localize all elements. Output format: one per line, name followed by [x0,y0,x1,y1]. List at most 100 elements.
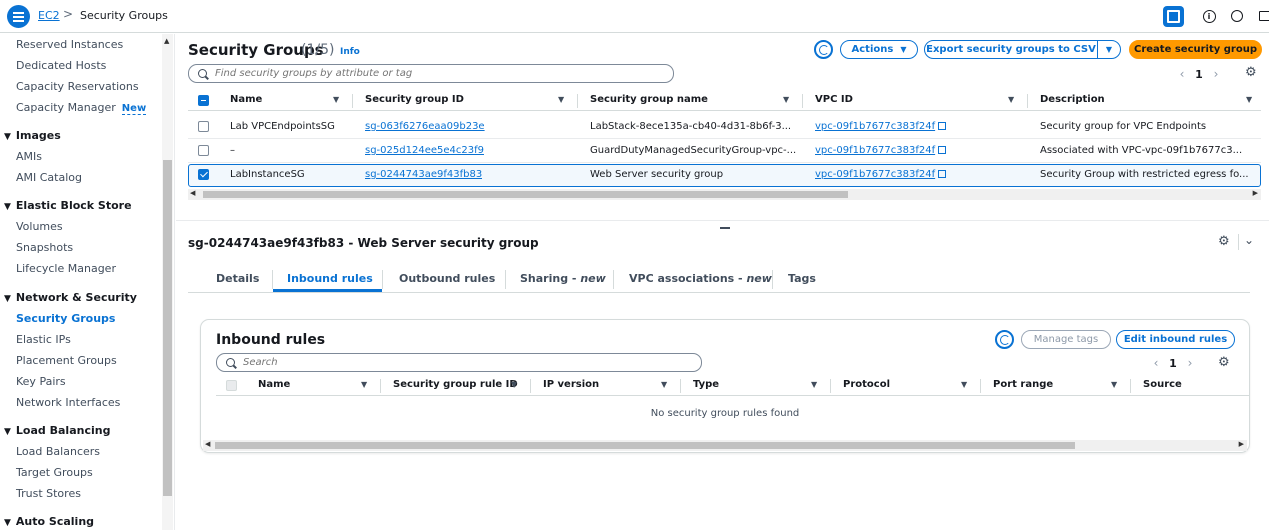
inbound-rules-search[interactable] [216,353,702,372]
column-divider[interactable] [830,379,831,393]
row-checkbox[interactable] [198,121,209,132]
column-header-ip-version[interactable]: IP version [543,379,599,390]
tab-inbound-rules[interactable]: Inbound rules [287,272,373,285]
sort-caret-icon[interactable]: ▼ [1246,95,1252,104]
column-header-name[interactable]: Name [230,94,262,105]
sidebar-section-load-balancing[interactable]: ▼ Load Balancing [4,424,110,437]
sort-caret-icon[interactable]: ▼ [1008,95,1014,104]
column-divider[interactable] [577,94,578,108]
sidebar-item-ami-catalog[interactable]: AMI Catalog [16,171,82,184]
export-dropdown-button[interactable]: ▼ [1097,40,1121,59]
previous-page-icon[interactable]: ‹ [1172,67,1192,81]
column-header-port-range[interactable]: Port range [993,379,1053,390]
column-header-protocol[interactable]: Protocol [843,379,890,390]
info-icon[interactable] [1201,8,1217,24]
sort-caret-icon[interactable]: ▼ [811,380,817,389]
sidebar-item-security-groups[interactable]: Security Groups [16,312,115,325]
select-all-checkbox[interactable] [198,95,209,106]
column-header-name[interactable]: Name [258,379,290,390]
vpc-id-link[interactable]: vpc-09f1b7677c383f24f [815,145,935,156]
menu-icon[interactable] [7,5,30,28]
collapse-chevron-down-icon[interactable]: ⌄ [1244,233,1254,247]
table-horizontal-scrollbar[interactable]: ◀ ▶ [188,189,1261,200]
export-csv-button[interactable]: Export security groups to CSV [924,40,1098,59]
sidebar-item-capacity-reservations[interactable]: Capacity Reservations [16,80,139,93]
refresh-button[interactable] [995,330,1014,349]
preferences-gear-icon[interactable]: ⚙ [1245,65,1257,80]
side-panel-icon[interactable] [1163,6,1184,27]
sidebar-item-key-pairs[interactable]: Key Pairs [16,375,66,388]
create-security-group-button[interactable]: Create security group [1129,40,1262,59]
info-link[interactable]: Info [340,47,360,57]
sort-caret-icon[interactable]: ▼ [1111,380,1117,389]
sidebar-section-elastic-block-store[interactable]: ▼ Elastic Block Store [4,199,132,212]
column-divider[interactable] [380,379,381,393]
table-row[interactable]: Lab VPCEndpointsSG sg-063f6276eaa09b23e … [188,116,1261,139]
sidebar-item-amis[interactable]: AMIs [16,150,42,163]
sidebar-item-volumes[interactable]: Volumes [16,220,63,233]
cell-security-group-id-link[interactable]: sg-0244743ae9f43fb83 [365,169,482,180]
scroll-right-icon[interactable]: ▶ [1253,189,1258,197]
sidebar-section-network-security[interactable]: ▼ Network & Security [4,291,137,304]
sidebar-item-lifecycle-manager[interactable]: Lifecycle Manager [16,262,116,275]
column-header-source[interactable]: Source [1143,379,1182,390]
feedback-icon[interactable] [1256,8,1269,24]
security-groups-search[interactable] [188,64,674,83]
sidebar-scrollbar[interactable]: ▲ [162,34,173,530]
sort-caret-icon[interactable]: ▼ [333,95,339,104]
row-checkbox[interactable] [198,145,209,156]
sidebar-item-placement-groups[interactable]: Placement Groups [16,354,117,367]
tab-details[interactable]: Details [216,272,259,285]
sidebar-item-dedicated-hosts[interactable]: Dedicated Hosts [16,59,106,72]
previous-page-icon[interactable]: ‹ [1146,356,1166,370]
column-header-type[interactable]: Type [693,379,719,390]
scrollbar-thumb[interactable] [163,160,172,496]
sort-caret-icon[interactable]: ▼ [558,95,564,104]
tab-sharing[interactable]: Sharing - new [520,272,606,285]
split-panel-settings-gear-icon[interactable]: ⚙ [1218,234,1230,249]
sidebar-item-network-interfaces[interactable]: Network Interfaces [16,396,120,409]
vpc-id-link[interactable]: vpc-09f1b7677c383f24f [815,169,935,180]
column-header-security-group-rule-id[interactable]: Security group rule ID [393,379,518,390]
column-divider[interactable] [1130,379,1131,393]
column-divider[interactable] [680,379,681,393]
sidebar-item-trust-stores[interactable]: Trust Stores [16,487,81,500]
sidebar-item-snapshots[interactable]: Snapshots [16,241,73,254]
preferences-gear-icon[interactable]: ⚙ [1218,355,1230,370]
scroll-left-icon[interactable]: ◀ [205,440,210,448]
search-input[interactable] [243,357,643,368]
tab-outbound-rules[interactable]: Outbound rules [399,272,495,285]
sort-caret-icon[interactable]: ▼ [511,380,517,389]
vpc-id-link[interactable]: vpc-09f1b7677c383f24f [815,121,935,132]
column-header-description[interactable]: Description [1040,94,1105,105]
sidebar-item-elastic-ips[interactable]: Elastic IPs [16,333,71,346]
sidebar-item-capacity-manager[interactable]: Capacity Manager New [16,101,147,115]
current-page[interactable]: 1 [1192,68,1206,81]
refresh-button[interactable] [814,40,833,59]
column-divider[interactable] [1027,94,1028,108]
inbound-horizontal-scrollbar[interactable]: ◀ ▶ [203,440,1247,451]
column-header-security-group-name[interactable]: Security group name [590,94,708,105]
manage-tags-button[interactable]: Manage tags [1021,330,1111,349]
tab-tags[interactable]: Tags [788,272,816,285]
column-divider[interactable] [980,379,981,393]
scroll-up-icon[interactable]: ▲ [164,37,169,45]
cell-security-group-id-link[interactable]: sg-025d124ee5e4c23f9 [365,145,484,156]
column-header-vpc-id[interactable]: VPC ID [815,94,853,105]
column-header-security-group-id[interactable]: Security group ID [365,94,464,105]
column-divider[interactable] [530,379,531,393]
cell-security-group-id-link[interactable]: sg-063f6276eaa09b23e [365,121,485,132]
edit-inbound-rules-button[interactable]: Edit inbound rules [1116,330,1235,349]
actions-button[interactable]: Actions ▼ [840,40,918,59]
sidebar-section-auto-scaling[interactable]: ▼ Auto Scaling [4,515,94,528]
scroll-right-icon[interactable]: ▶ [1239,440,1244,448]
scrollbar-thumb[interactable] [203,191,848,198]
column-divider[interactable] [802,94,803,108]
scrollbar-thumb[interactable] [215,442,1075,449]
search-input[interactable] [215,68,635,79]
tab-vpc-associations[interactable]: VPC associations - new [629,272,772,285]
next-page-icon[interactable]: › [1180,356,1200,370]
current-page[interactable]: 1 [1166,357,1180,370]
table-row-selected[interactable]: LabInstanceSG sg-0244743ae9f43fb83 Web S… [188,164,1261,187]
column-divider[interactable] [352,94,353,108]
